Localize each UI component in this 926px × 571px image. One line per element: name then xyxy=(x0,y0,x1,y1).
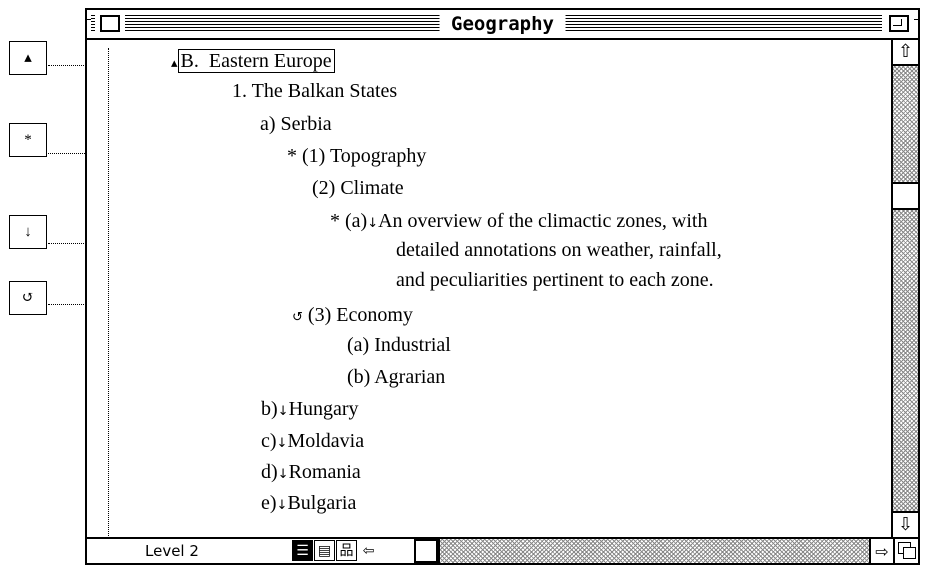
resize-grow-box[interactable] xyxy=(893,539,918,563)
outline-row-topography[interactable]: * (1) Topography xyxy=(287,143,426,169)
down-arrow-icon: ↓ xyxy=(276,498,288,513)
outline-row-eastern-europe[interactable]: ▴ B. Eastern Europe xyxy=(171,48,335,77)
legend-collapse-box[interactable]: ▴ xyxy=(9,41,47,75)
down-arrow-icon: ↓ xyxy=(276,436,288,451)
title-bar[interactable]: Geography xyxy=(87,10,918,40)
gutter-line xyxy=(108,48,109,536)
selected-heading[interactable]: B. Eastern Europe xyxy=(177,49,335,73)
undo-marker-icon: ↺ xyxy=(292,310,303,325)
heading-number: B. xyxy=(180,50,199,72)
outline-row-serbia[interactable]: a) Serbia xyxy=(260,111,332,137)
window-title: Geography xyxy=(439,12,566,36)
vertical-scroll-track[interactable] xyxy=(893,64,918,513)
down-arrow-icon: ↓ xyxy=(277,404,289,419)
outline-row-text: Hungary xyxy=(288,398,359,420)
legend-undo-box[interactable]: ↺ xyxy=(9,281,47,315)
legend-down-arrow-icon: ↓ xyxy=(24,223,32,240)
outline-row-continuation: and peculiarities pertinent to each zone… xyxy=(396,269,714,291)
scroll-left-arrow-icon[interactable]: ⇦ xyxy=(358,540,379,561)
outline-row-number: d) xyxy=(261,461,278,483)
outline-row-text: Bulgaria xyxy=(287,492,357,514)
collapse-marker-icon: ▴ xyxy=(171,56,178,71)
outline-row-number: e) xyxy=(261,492,277,514)
scroll-down-arrow-icon[interactable]: ⇩ xyxy=(893,513,918,537)
down-arrow-icon: ↓ xyxy=(277,467,289,482)
close-box[interactable] xyxy=(100,15,120,32)
outline-row-climate-overview[interactable]: * (a)↓An overview of the climactic zones… xyxy=(330,208,707,237)
outline-row-number: (a) xyxy=(345,210,368,232)
outline-row-text: (3) Economy xyxy=(307,304,413,326)
outline-row-text: An overview of the climactic zones, with xyxy=(378,210,708,232)
legend-collapse-icon: ▴ xyxy=(24,49,32,66)
outline-row-balkan-states[interactable]: 1. The Balkan States xyxy=(232,78,397,104)
outline-row-text: Moldavia xyxy=(287,430,365,452)
outline-row-economy[interactable]: ↺ (3) Economy xyxy=(292,302,413,331)
legend-asterisk-box[interactable]: * xyxy=(9,123,47,157)
outline-row-climate[interactable]: (2) Climate xyxy=(312,175,404,201)
document-view-icon[interactable]: ▤ xyxy=(314,540,335,561)
outline-row-number: b) xyxy=(261,398,278,420)
outline-row-bulgaria[interactable]: e)↓Bulgaria xyxy=(261,490,356,519)
outline-row-industrial[interactable]: (a) Industrial xyxy=(347,332,451,358)
zoom-box[interactable] xyxy=(889,15,909,32)
outline-content[interactable]: ▴ B. Eastern Europe 1. The Balkan States … xyxy=(87,40,891,537)
heading-text: Eastern Europe xyxy=(208,50,332,72)
outline-row-number: c) xyxy=(261,430,277,452)
down-arrow-icon: ↓ xyxy=(367,216,379,231)
outline-view-icon[interactable]: ☰ xyxy=(292,540,313,561)
legend-down-arrow-box[interactable]: ↓ xyxy=(9,215,47,249)
bottom-bar: Level 2 ☰ ▤ 品 ⇦ ⇨ xyxy=(87,537,918,563)
tree-view-icon[interactable]: 品 xyxy=(336,540,357,561)
legend-undo-icon: ↺ xyxy=(21,289,35,306)
scroll-right-arrow-icon[interactable]: ⇨ xyxy=(871,539,893,563)
outline-row-agrarian[interactable]: (b) Agrarian xyxy=(347,364,445,390)
level-indicator: Level 2 xyxy=(145,542,199,560)
outline-row-moldavia[interactable]: c)↓Moldavia xyxy=(261,428,364,457)
scroll-up-arrow-icon[interactable]: ⇧ xyxy=(893,40,918,64)
outline-row-continuation: detailed annotations on weather, rainfal… xyxy=(396,239,722,261)
asterisk-marker-icon: * xyxy=(330,210,340,232)
vertical-scroll-thumb[interactable] xyxy=(893,182,918,210)
legend-asterisk-icon: * xyxy=(24,131,32,148)
horizontal-scroll-track[interactable] xyxy=(438,539,871,563)
outline-row-text: (1) Topography xyxy=(302,145,427,167)
outline-row-text: Romania xyxy=(288,461,361,483)
outline-window: Geography ▴ B. Eastern Europe 1. The Balk… xyxy=(85,8,920,565)
outline-row-romania[interactable]: d)↓Romania xyxy=(261,459,361,488)
asterisk-marker-icon: * xyxy=(287,145,297,167)
horizontal-scroll-thumb[interactable] xyxy=(414,539,438,563)
outline-row-hungary[interactable]: b)↓Hungary xyxy=(261,396,359,425)
vertical-scrollbar[interactable]: ⇧ ⇩ xyxy=(891,40,918,537)
